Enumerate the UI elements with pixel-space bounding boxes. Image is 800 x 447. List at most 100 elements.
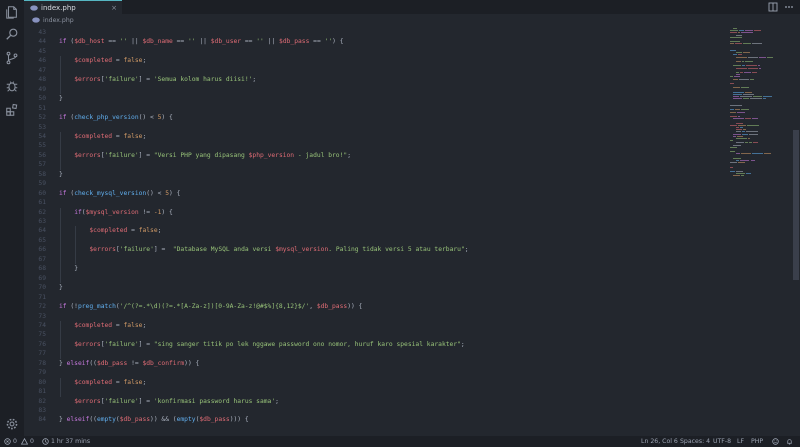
line-number: 76 (38, 340, 46, 348)
error-icon[interactable] (4, 438, 11, 445)
end-of-line[interactable]: LF (737, 436, 744, 447)
indent-guide (60, 56, 61, 95)
code-line[interactable]: 67 (24, 255, 724, 264)
code-line[interactable]: 50} (24, 94, 724, 103)
feedback-icon[interactable] (772, 438, 779, 445)
code-line[interactable]: 43 (24, 28, 724, 37)
minimap-line (730, 171, 736, 172)
code-line[interactable]: 83 (24, 406, 724, 415)
code-token: == (241, 38, 257, 46)
minimap-line (743, 43, 752, 45)
code-line[interactable]: 69 (24, 274, 724, 283)
code-line[interactable]: 72 if (!preg_match('/^(?=.*\d)(?=.*[A-Za-… (24, 302, 724, 311)
code-token: false (123, 132, 143, 140)
code-line[interactable]: 82 $errors['failure'] = 'konfirmasi passw… (24, 397, 724, 406)
code-token: $db_pass (96, 359, 128, 367)
code-token: "Versi PHP yang dipasang (153, 151, 249, 159)
minimap-line (730, 76, 734, 78)
code-line[interactable]: 44 if ($db_host == '' || $db_name == '' |… (24, 37, 724, 46)
code-token: } (59, 359, 67, 367)
code-line[interactable]: 71 (24, 293, 724, 302)
line-number: 66 (38, 246, 46, 254)
code-line[interactable]: 65 (24, 236, 724, 245)
code-line[interactable]: 55 (24, 141, 724, 150)
code-token: } (74, 265, 78, 273)
code-line[interactable]: 78} elseif(($db_pass != $db_confirm)) { (24, 359, 724, 368)
code-line[interactable]: 64 $completed = false; (24, 226, 724, 235)
split-editor-icon[interactable] (768, 2, 778, 12)
settings-gear-icon[interactable] (4, 416, 20, 432)
code-line[interactable]: 47 (24, 66, 724, 75)
tab-index-php[interactable]: index.php × (24, 0, 122, 14)
source-control-icon[interactable] (4, 50, 20, 66)
code-line[interactable]: 68} (24, 264, 724, 273)
language-mode[interactable]: PHP (751, 436, 763, 447)
code-line[interactable]: 84} elseif((empty($db_pass)) && (empty($… (24, 415, 724, 424)
search-icon[interactable] (4, 26, 20, 42)
code-token: } (59, 416, 67, 424)
code-line[interactable]: 46 $completed = false; (24, 56, 724, 65)
code-token: false (123, 378, 143, 386)
code-token: $db_host (74, 38, 105, 46)
code-token: ; (142, 321, 147, 329)
code-editor[interactable]: 43 44 if ($db_host == '' || $db_name == ''… (24, 26, 728, 436)
line-number: 69 (38, 274, 46, 282)
cursor-position[interactable]: Ln 26, Col 6 (641, 436, 678, 447)
extensions-icon[interactable] (4, 102, 20, 118)
warning-count[interactable]: 0 (30, 436, 34, 447)
code-line[interactable]: 56 $errors['failure'] = "Versi PHP yang d… (24, 151, 724, 160)
code-line[interactable]: 66 $errors['failure'] = "Database MySQL a… (24, 245, 724, 254)
files-icon[interactable] (4, 4, 20, 20)
code-token: == (104, 38, 120, 46)
code-line[interactable]: 63 (24, 217, 724, 226)
bell-icon[interactable] (786, 438, 793, 445)
minimap-line (733, 175, 740, 177)
code-line[interactable]: 45 (24, 47, 724, 56)
code-token: $mysql_version (275, 246, 329, 254)
code-line[interactable]: 54 $completed = false; (24, 132, 724, 141)
code-line[interactable]: 73 (24, 312, 724, 321)
code-line[interactable]: 80 $completed = false; (24, 378, 724, 387)
code-line[interactable]: 59 (24, 179, 724, 188)
indentation[interactable]: Spaces: 4 (680, 436, 710, 447)
scrollbar-thumb[interactable] (793, 130, 799, 280)
minimap-line (730, 166, 734, 168)
code-text: $errors['failure'] = "Versi PHP yang dip… (74, 151, 351, 160)
code-line[interactable]: 76 $errors['failure'] = "sing sanger titi… (24, 340, 724, 349)
code-line[interactable]: 57 (24, 160, 724, 169)
code-line[interactable]: 49 (24, 85, 724, 94)
breadcrumb-file[interactable]: index.php (43, 17, 74, 24)
code-line[interactable]: 61 (24, 198, 724, 207)
time-tracker[interactable]: 1 hr 37 mins (51, 436, 90, 447)
warning-icon[interactable] (21, 438, 28, 445)
code-line[interactable]: 74 $completed = false; (24, 321, 724, 330)
line-number: 81 (38, 388, 46, 396)
encoding[interactable]: UTF-8 (713, 436, 731, 447)
line-number: 80 (38, 378, 46, 386)
code-line[interactable]: 62 if($mysql_version != -1) { (24, 208, 724, 217)
error-count[interactable]: 0 (13, 436, 17, 447)
code-line[interactable]: 53 (24, 123, 724, 132)
indent-guide (75, 226, 77, 265)
code-line[interactable]: 75 (24, 330, 724, 339)
debug-icon[interactable] (4, 78, 20, 94)
code-token: $db_pass (316, 303, 348, 311)
line-number: 63 (38, 218, 46, 225)
line-number: 55 (38, 142, 46, 150)
code-line[interactable]: 52 if (check_php_version() < 5) { (24, 113, 724, 122)
more-actions-icon[interactable] (784, 2, 794, 12)
code-line[interactable]: 70} (24, 283, 724, 292)
line-number: 82 (38, 397, 46, 405)
vertical-scrollbar[interactable] (792, 26, 800, 436)
minimap[interactable] (728, 26, 792, 436)
code-line[interactable]: 79 (24, 368, 724, 377)
tab-close-button[interactable]: × (111, 4, 117, 12)
code-line[interactable]: 77 (24, 349, 724, 358)
code-token: $errors (74, 340, 101, 348)
code-line[interactable]: 48 $errors['failure'] = 'Semua kolom haru… (24, 75, 724, 84)
code-line[interactable]: 81 (24, 387, 724, 396)
code-line[interactable]: 58} (24, 170, 724, 179)
code-line[interactable]: 60 if (check_mysql_version() < 5) { (24, 189, 724, 198)
minimap-line (747, 67, 758, 69)
code-line[interactable]: 51 (24, 104, 724, 113)
